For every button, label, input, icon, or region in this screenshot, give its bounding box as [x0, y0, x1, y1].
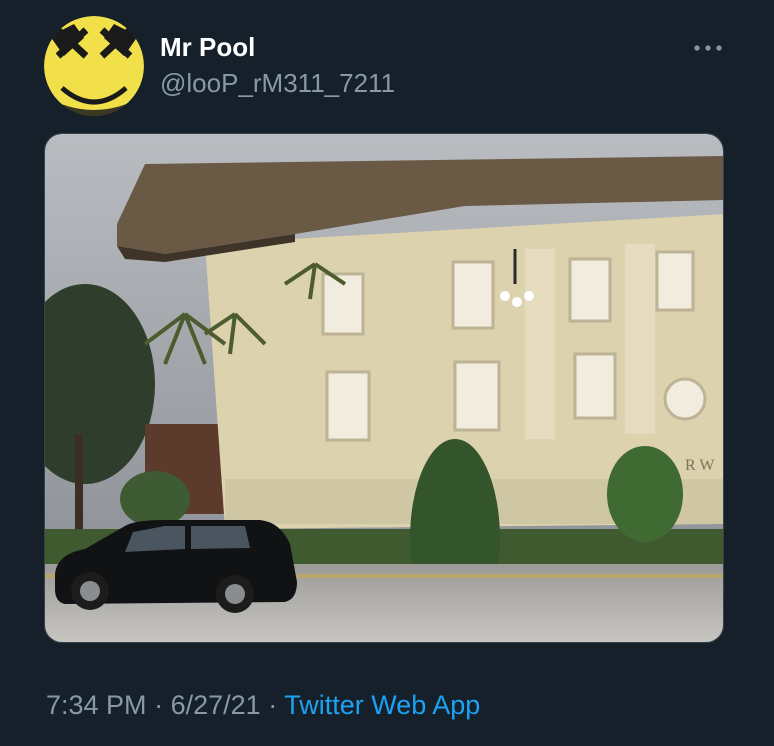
tweet-date[interactable]: 6/27/21	[171, 690, 261, 720]
separator: ·	[154, 690, 164, 720]
author-display-name[interactable]: Mr Pool	[160, 32, 395, 62]
deadpool-smiley-avatar-icon	[44, 16, 144, 116]
sign-letters: R W	[685, 457, 715, 474]
tweet-author: Mr Pool @looP_rM311_7211	[160, 32, 395, 98]
tweet-photo[interactable]: R W	[44, 133, 724, 643]
author-avatar[interactable]	[44, 16, 144, 116]
tweet-time[interactable]: 7:34 PM	[46, 690, 147, 720]
tweet-metadata: 7:34 PM · 6/27/21 · Twitter Web App	[46, 688, 480, 722]
tweet-source-link[interactable]: Twitter Web App	[284, 690, 480, 720]
separator: ·	[268, 690, 278, 720]
upside-down-house-photo: R W	[45, 134, 723, 642]
more-horizontal-icon	[694, 45, 722, 51]
bush-right	[607, 446, 683, 542]
author-handle[interactable]: @looP_rM311_7211	[160, 68, 395, 98]
more-options-button[interactable]	[688, 34, 728, 62]
